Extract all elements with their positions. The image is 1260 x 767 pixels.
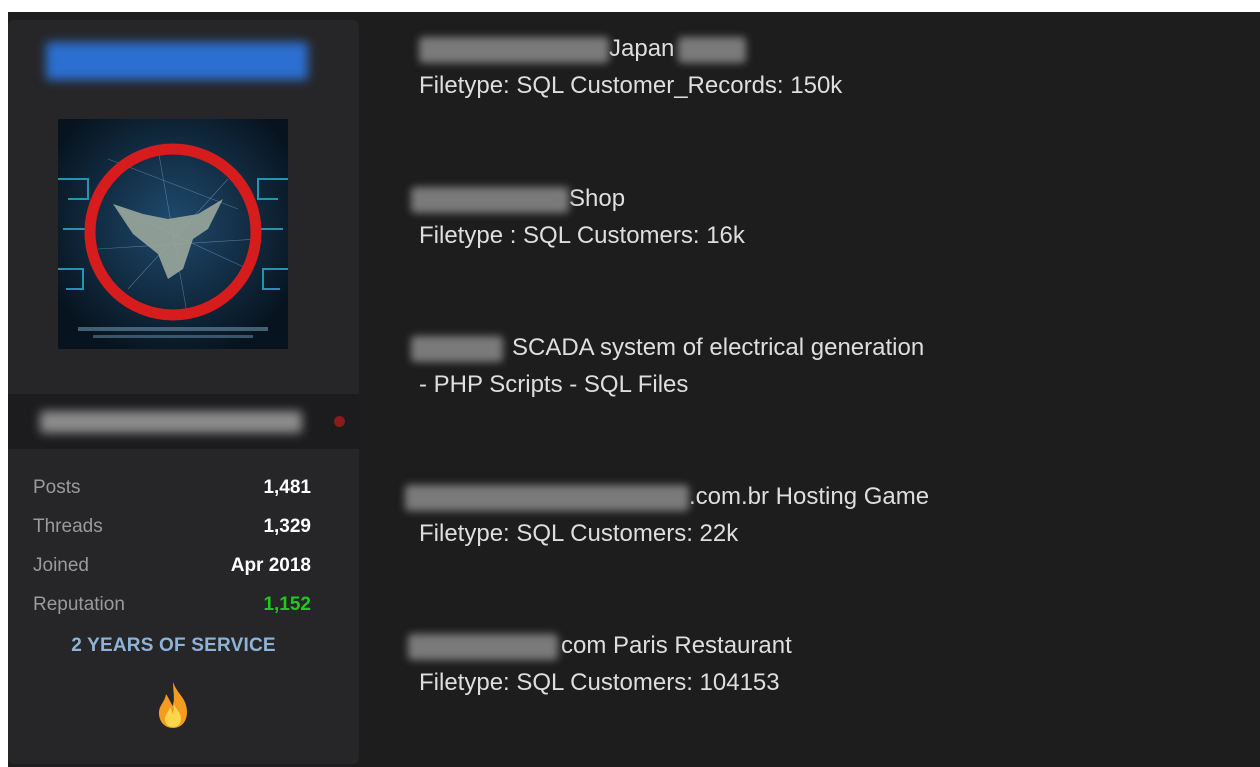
listing-title-line: Shop [405, 180, 745, 217]
listing-title-line: SCADA system of electrical generation [405, 329, 924, 366]
listing-entry: com Paris Restaurant Filetype: SQL Custo… [405, 627, 792, 701]
stat-label: Threads [33, 515, 103, 537]
avatar[interactable] [58, 119, 288, 349]
listing-title: com Paris Restaurant [561, 632, 792, 659]
user-stats: Posts 1,481 Threads 1,329 Joined Apr 201… [33, 468, 311, 624]
stat-row-posts: Posts 1,481 [33, 468, 311, 507]
user-title-strip [8, 394, 359, 449]
redacted-text [408, 633, 558, 660]
listing-detail: Filetype: SQL Customers: 104153 [419, 669, 780, 696]
listing-title: SCADA system of electrical generation [512, 334, 925, 361]
listing-title-line: com Paris Restaurant [405, 627, 792, 664]
redacted-text [411, 335, 503, 362]
listing-title: Japan [609, 35, 675, 62]
listing-detail: Filetype : SQL Customers: 16k [419, 222, 745, 249]
redacted-text [678, 36, 747, 63]
listing-detail: - PHP Scripts - SQL Files [419, 371, 689, 398]
username-redacted[interactable] [46, 42, 308, 80]
flame-icon [153, 680, 193, 730]
redacted-text [405, 484, 689, 511]
stat-value: Apr 2018 [230, 554, 311, 576]
stat-value[interactable]: 1,481 [263, 477, 311, 499]
stat-label: Reputation [33, 593, 125, 615]
listing-entry: .com.br Hosting Game Filetype: SQL Custo… [405, 478, 929, 552]
listing-title-line: .com.br Hosting Game [405, 478, 929, 515]
stat-row-threads: Threads 1,329 [33, 507, 311, 546]
service-badge: 2 YEARS OF SERVICE [71, 635, 276, 656]
user-profile-card: Posts 1,481 Threads 1,329 Joined Apr 201… [8, 20, 359, 764]
stat-label: Posts [33, 476, 81, 498]
stat-value[interactable]: 1,152 [263, 594, 311, 616]
listing-entry: Shop Filetype : SQL Customers: 16k [405, 180, 745, 254]
redacted-text [419, 36, 609, 63]
stat-row-reputation: Reputation 1,152 [33, 585, 311, 624]
eagle-emblem-icon [58, 119, 288, 349]
listing-entry: Japan Filetype: SQL Customer_Records: 15… [405, 30, 842, 104]
stat-row-joined: Joined Apr 2018 [33, 546, 311, 585]
listing-detail: Filetype: SQL Customer_Records: 150k [419, 72, 843, 99]
listing-title: Shop [569, 185, 626, 212]
stat-label: Joined [33, 554, 89, 576]
listing-title: .com.br Hosting Game [689, 483, 930, 510]
listing-entry: SCADA system of electrical generation - … [405, 329, 924, 403]
listing-title-line: Japan [405, 30, 842, 67]
stat-value[interactable]: 1,329 [263, 516, 311, 538]
listing-detail: Filetype: SQL Customers: 22k [419, 520, 739, 547]
redacted-text [411, 186, 569, 213]
online-status-dot [334, 416, 345, 427]
user-title-redacted [40, 411, 302, 433]
